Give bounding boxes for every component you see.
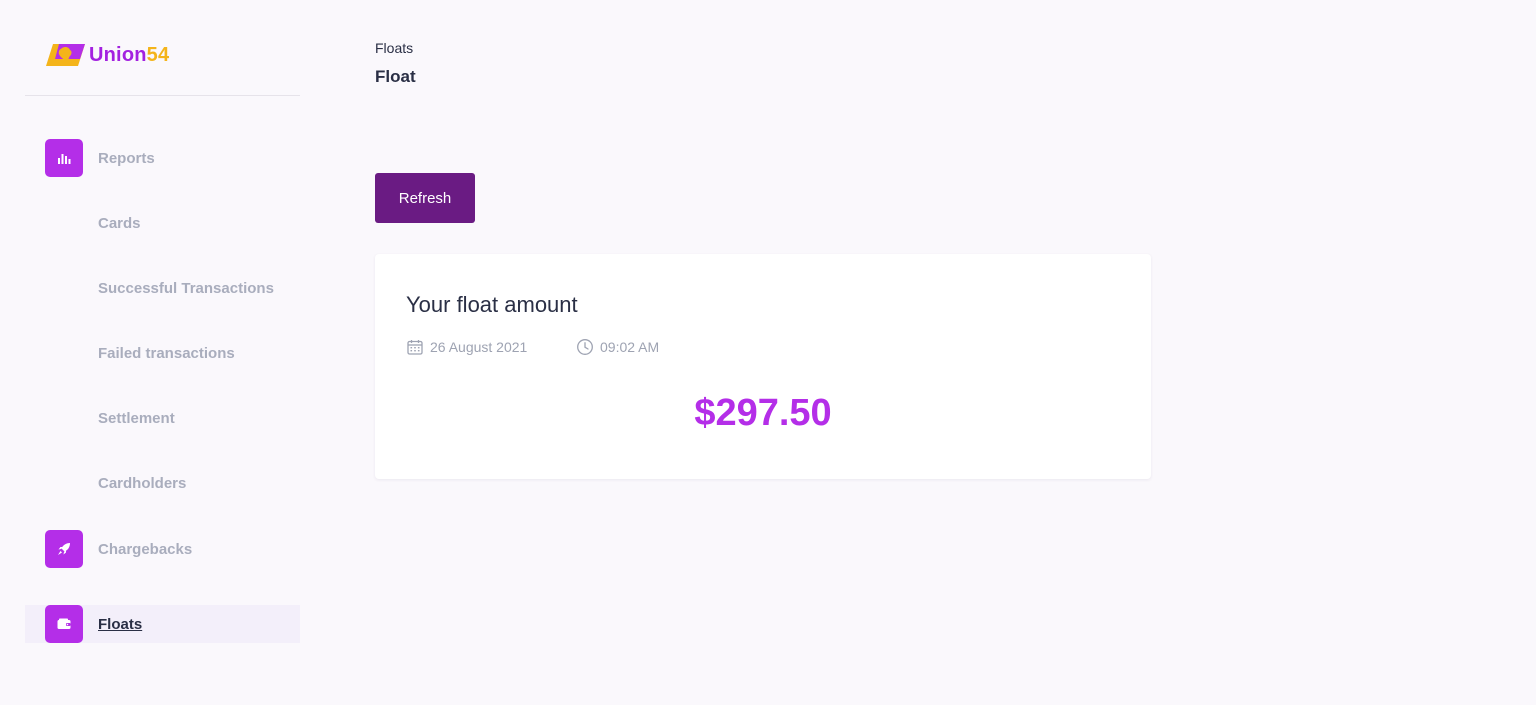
- sidebar-item-failed-transactions[interactable]: Failed transactions: [25, 334, 300, 372]
- sidebar-item-reports[interactable]: Reports: [25, 139, 300, 177]
- app-root: Union54 Reports Cards Successful Transac…: [0, 0, 1536, 705]
- brand-name-accent: 54: [146, 43, 170, 66]
- clock-icon: [577, 339, 593, 355]
- calendar-icon: [407, 340, 423, 355]
- sidebar-item-label: Floats: [98, 615, 143, 633]
- card-title: Your float amount: [406, 292, 578, 317]
- sidebar-item-cardholders[interactable]: Cardholders: [25, 464, 300, 502]
- sidebar-item-floats[interactable]: Floats: [25, 605, 300, 643]
- time-meta: 09:02 AM: [576, 338, 659, 356]
- sidebar-item-cards[interactable]: Cards: [25, 204, 300, 242]
- sidebar-item-chargebacks[interactable]: Chargebacks: [25, 530, 300, 568]
- date-meta: 26 August 2021: [406, 338, 527, 356]
- sidebar-item-label: Failed transactions: [98, 344, 235, 362]
- sidebar: Union54 Reports Cards Successful Transac…: [0, 0, 325, 705]
- breadcrumb: Floats: [375, 40, 414, 56]
- float-card: Your float amount 26 August 2021 09:02 A…: [375, 254, 1151, 479]
- sidebar-item-label: Settlement: [98, 409, 175, 427]
- float-amount: $297.50: [694, 392, 832, 434]
- brand-name: Union54: [89, 44, 169, 67]
- sidebar-item-label: Successful Transactions: [98, 279, 274, 297]
- sidebar-item-successful-transactions[interactable]: Successful Transactions: [25, 269, 300, 307]
- sidebar-divider: [25, 95, 300, 96]
- refresh-button[interactable]: Refresh: [375, 173, 475, 223]
- page-title: Float: [375, 67, 416, 86]
- sidebar-item-label: Cardholders: [98, 474, 187, 492]
- wallet-icon: [45, 605, 83, 643]
- brand-logo-link[interactable]: Union54: [45, 38, 169, 72]
- sidebar-item-label: Cards: [98, 214, 141, 232]
- sidebar-item-label: Chargebacks: [98, 540, 193, 558]
- union54-logo-icon: [46, 44, 85, 66]
- sidebar-item-label: Reports: [98, 149, 155, 167]
- float-date: 26 August 2021: [430, 339, 528, 355]
- bar-chart-icon: [45, 139, 83, 177]
- sidebar-item-settlement[interactable]: Settlement: [25, 399, 300, 437]
- float-time: 09:02 AM: [600, 339, 660, 355]
- rocket-icon: [45, 530, 83, 568]
- brand-name-main: Union: [89, 43, 147, 66]
